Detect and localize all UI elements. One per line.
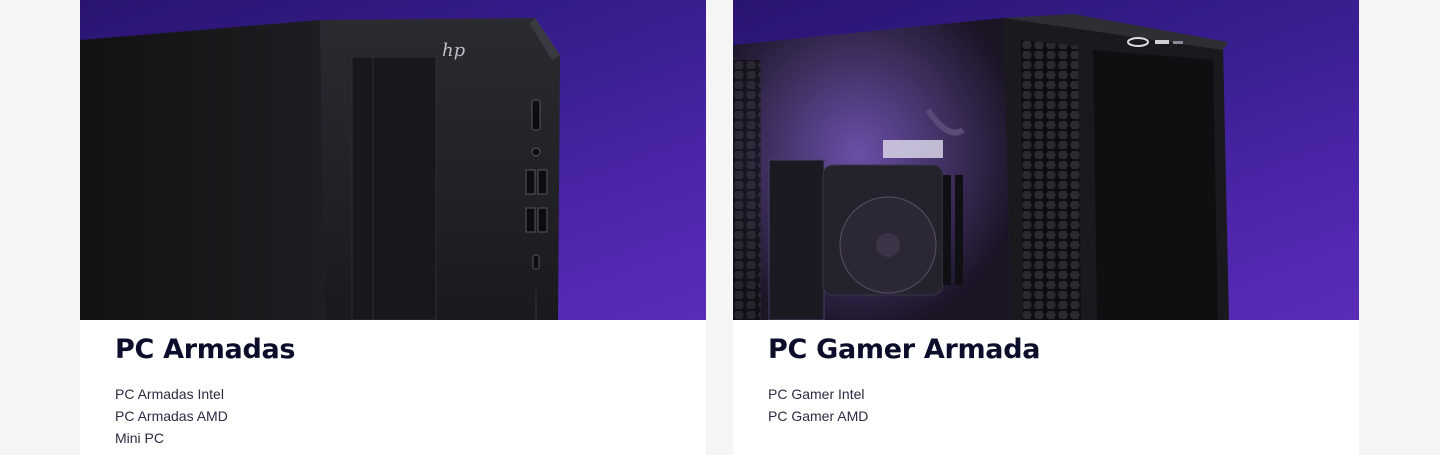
link-pc-gamer-amd[interactable]: PC Gamer AMD <box>768 408 868 424</box>
category-card-pc-gamer-armada[interactable]: PC Gamer Armada PC Gamer Intel PC Gamer … <box>733 0 1359 455</box>
subcategory-list: PC Armadas Intel PC Armadas AMD Mini PC <box>115 383 228 449</box>
link-pc-armadas-amd[interactable]: PC Armadas AMD <box>115 408 228 424</box>
list-item: PC Gamer Intel <box>768 383 868 405</box>
subcategory-list: PC Gamer Intel PC Gamer AMD <box>768 383 868 427</box>
link-pc-gamer-intel[interactable]: PC Gamer Intel <box>768 386 864 402</box>
pc-armadas-hero-image[interactable]: hp <box>80 0 706 320</box>
svg-text:hp: hp <box>442 40 466 61</box>
list-item: PC Armadas AMD <box>115 405 228 427</box>
pc-gamer-armada-hero-image[interactable] <box>733 0 1359 320</box>
list-item: Mini PC <box>115 427 228 449</box>
card-title[interactable]: PC Armadas <box>115 334 295 365</box>
list-item: PC Gamer AMD <box>768 405 868 427</box>
link-mini-pc[interactable]: Mini PC <box>115 430 164 446</box>
link-pc-armadas-intel[interactable]: PC Armadas Intel <box>115 386 224 402</box>
category-card-pc-armadas[interactable]: hp PC Armadas PC Armadas Intel PC Armada… <box>80 0 706 455</box>
list-item: PC Armadas Intel <box>115 383 228 405</box>
card-title[interactable]: PC Gamer Armada <box>768 334 1040 365</box>
